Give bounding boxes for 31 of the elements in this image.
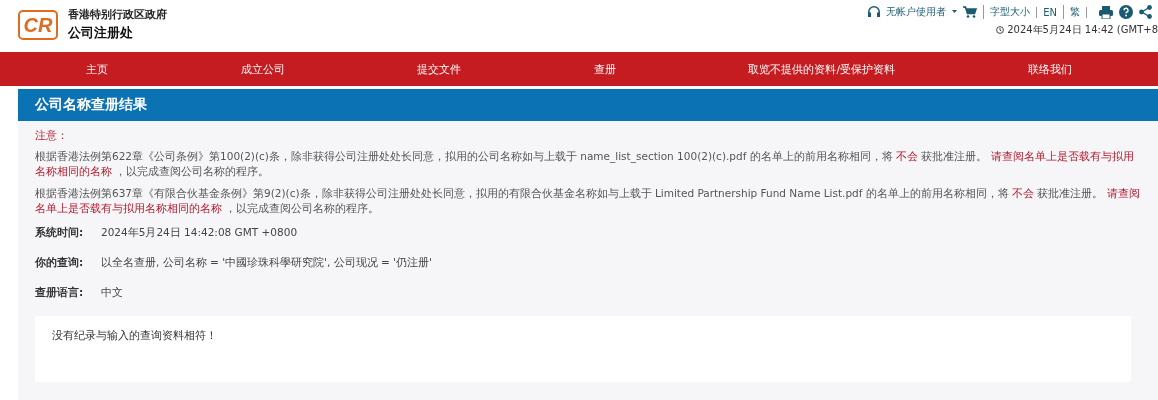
field-label: 查册语言: bbox=[35, 286, 85, 300]
field-label: 你的查询: bbox=[35, 256, 85, 270]
nav-item[interactable]: 提交文件 bbox=[417, 61, 462, 77]
nav-item[interactable]: 取览不提供的资料/受保护资料 bbox=[748, 61, 896, 77]
notice-paragraph: 根据香港法例第622章《公司条例》第100(2)(c)条，除非获得公司注册处处长同意，拟用的公司名称如与上载于 name_list_section 100(2)(c).pdf 的名单上的前用名称相同，将 不会 获批准注册。 请查阅名单上是否载有与拟用名称相同的名称 ，以完成查阅公司名称的程序。 bbox=[35, 149, 1135, 179]
registry-name: 公司注册处 bbox=[68, 24, 134, 42]
header-link[interactable]: 繁 bbox=[1063, 5, 1080, 19]
result-message: 没有纪录与输入的查询资料相符！ bbox=[35, 316, 1131, 382]
nav-item[interactable]: 查册 bbox=[593, 61, 616, 77]
current-datetime: 2024年5月24日 14:42 (GMT+8 bbox=[1007, 23, 1158, 37]
header-link[interactable]: EN bbox=[1036, 6, 1057, 18]
field-value: 以全名查册, 公司名称 = '中國珍珠科學研究院', 公司现况 = '仍注册' bbox=[101, 256, 432, 270]
panel-title: 公司名称查册结果 bbox=[18, 89, 1158, 121]
logo[interactable]: CR bbox=[18, 10, 58, 40]
caret-icon[interactable] bbox=[952, 10, 958, 14]
notice-paragraph: 根据香港法例第637章《有限合伙基金条例》第9(2)(c)条，除非获得公司注册处处长同意，拟用的有限合伙基金名称如与上载于 Limited Partnership Fund Name List.pdf 的名单上的前用名称相同，将 不会 获批准注册。 请查阅名单上是否载有与拟用名称相同的名称 ，以完成查阅公司名称的程序。 bbox=[35, 186, 1141, 216]
header-link[interactable]: 字型大小 bbox=[983, 5, 1031, 19]
field-value: 2024年5月24日 14:42:08 GMT +0800 bbox=[101, 226, 298, 240]
nav-item[interactable]: 成立公司 bbox=[240, 61, 285, 77]
nav-item[interactable]: 主页 bbox=[86, 61, 109, 77]
print-icon[interactable] bbox=[1099, 5, 1113, 19]
nav-item[interactable]: 联络我们 bbox=[1027, 61, 1072, 77]
government-name: 香港特别行政区政府 bbox=[68, 8, 167, 22]
help-icon[interactable] bbox=[1119, 5, 1133, 19]
notice-label: 注意： bbox=[35, 129, 69, 143]
cart-icon[interactable] bbox=[963, 6, 978, 18]
share-icon[interactable] bbox=[1139, 5, 1152, 19]
clock-icon bbox=[996, 26, 1005, 34]
user-menu[interactable]: 无帐户使用者 bbox=[886, 5, 947, 19]
field-label: 系统时间: bbox=[35, 226, 85, 240]
field-value: 中文 bbox=[101, 286, 123, 300]
